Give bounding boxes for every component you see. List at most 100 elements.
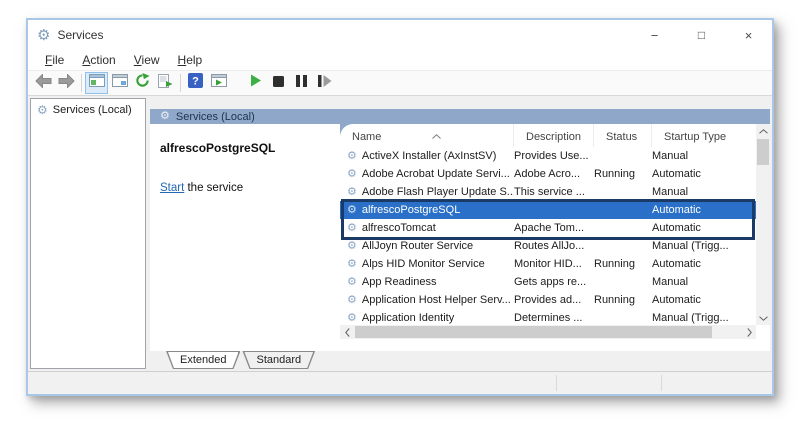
tree-item-label: Services (Local): [53, 104, 132, 116]
show-console-tree-icon: [89, 74, 105, 92]
minimize-button[interactable]: −: [631, 20, 678, 50]
column-header-startup-type[interactable]: Startup Type: [652, 124, 756, 147]
service-gear-icon: ⚙: [347, 277, 357, 288]
show-console-tree-button[interactable]: [85, 72, 108, 94]
service-name-cell: ⚙Application Identity: [340, 312, 514, 324]
vertical-scrollbar[interactable]: [756, 124, 770, 325]
service-startup-cell: Automatic: [652, 258, 756, 270]
menu-bar: FileActionViewHelp: [28, 50, 772, 70]
services-list: NameDescriptionStatusStartup Type ⚙Activ…: [340, 124, 770, 339]
forward-button[interactable]: [55, 72, 78, 94]
tree-item-services-local[interactable]: ⚙ Services (Local): [31, 99, 145, 116]
list-header: NameDescriptionStatusStartup Type: [340, 124, 770, 147]
vertical-scroll-thumb[interactable]: [757, 139, 769, 165]
service-gear-icon: ⚙: [347, 313, 357, 324]
services-gear-icon: ⚙: [37, 28, 50, 43]
tab-label: Standard: [244, 352, 313, 368]
service-startup-cell: Manual (Trigg...: [652, 240, 756, 252]
close-button[interactable]: ×: [725, 20, 772, 50]
service-description-cell: Provides ad...: [514, 294, 594, 306]
service-startup-cell: Automatic: [652, 294, 756, 306]
scroll-right-icon[interactable]: [742, 325, 756, 339]
tab-standard[interactable]: Standard: [242, 351, 315, 369]
column-header-status[interactable]: Status: [594, 124, 652, 147]
refresh-icon: [135, 73, 150, 93]
content-pane: ⚙ Services (Local) alfrescoPostgreSQL St…: [150, 98, 770, 351]
service-description-cell: Gets apps re...: [514, 276, 594, 288]
service-startup-cell: Manual: [652, 150, 756, 162]
service-row[interactable]: ⚙alfrescoTomcatApache Tom... Automatic: [340, 219, 756, 237]
service-row[interactable]: ⚙Adobe Acrobat Update Servi...Adobe Acro…: [340, 165, 756, 183]
status-bar-divider: [661, 375, 662, 391]
svg-text:?: ?: [192, 76, 199, 88]
scroll-left-icon[interactable]: [340, 325, 354, 339]
service-startup-cell: Automatic: [652, 168, 756, 180]
service-description-cell: Provides Use...: [514, 150, 594, 162]
service-name-cell: ⚙App Readiness: [340, 276, 514, 288]
selected-service-name: alfrescoPostgreSQL: [160, 141, 330, 155]
service-row[interactable]: ⚙Adobe Flash Player Update S...This serv…: [340, 183, 756, 201]
menu-help[interactable]: Help: [169, 53, 212, 67]
service-action-rest: the service: [184, 182, 243, 194]
horizontal-scroll-thumb[interactable]: [355, 326, 712, 338]
menu-view[interactable]: View: [125, 53, 169, 67]
scroll-up-icon[interactable]: [756, 124, 770, 138]
service-description-cell: Apache Tom...: [514, 222, 594, 234]
service-name-cell: ⚙alfrescoTomcat: [340, 222, 514, 234]
toolbar: ?: [28, 70, 772, 96]
service-row[interactable]: ⚙Application Host Helper Serv...Provides…: [340, 291, 756, 309]
properties-button[interactable]: [108, 72, 131, 94]
back-icon: [35, 74, 52, 93]
export-list-icon: [158, 74, 173, 93]
service-row[interactable]: ⚙Application IdentityDetermines ...Manua…: [340, 309, 756, 325]
service-description-cell: Routes AllJo...: [514, 240, 594, 252]
show-window-icon: [211, 74, 227, 92]
column-header-name[interactable]: Name: [340, 124, 514, 147]
service-row[interactable]: ⚙App ReadinessGets apps re... Manual: [340, 273, 756, 291]
toolbar-separator: [180, 74, 181, 92]
service-name-cell: ⚙AllJoyn Router Service: [340, 240, 514, 252]
content-column: ⚙ Services (Local) alfrescoPostgreSQL St…: [150, 98, 770, 369]
service-startup-cell: Manual: [652, 276, 756, 288]
service-gear-icon: ⚙: [347, 259, 357, 270]
scroll-down-icon[interactable]: [756, 311, 770, 325]
stop-service-button[interactable]: [267, 72, 290, 94]
back-button[interactable]: [32, 72, 55, 94]
refresh-button[interactable]: [131, 72, 154, 94]
service-row[interactable]: ⚙AllJoyn Router ServiceRoutes AllJo... Ma…: [340, 237, 756, 255]
extended-view-area: alfrescoPostgreSQL Start the service Nam…: [150, 124, 770, 351]
start-service-link[interactable]: Start: [160, 182, 184, 194]
menu-file[interactable]: File: [36, 53, 73, 67]
pause-service-button[interactable]: [290, 72, 313, 94]
window-body: ⚙ Services (Local) ⚙ Services (Local) al…: [28, 96, 772, 371]
service-row[interactable]: ⚙alfrescoPostgreSQLAutomatic: [340, 201, 756, 219]
service-row[interactable]: ⚙Alps HID Monitor ServiceMonitor HID...R…: [340, 255, 756, 273]
start-service-button[interactable]: [244, 72, 267, 94]
service-gear-icon: ⚙: [347, 205, 357, 216]
start-service-icon: [250, 74, 262, 92]
stop-service-icon: [273, 74, 284, 92]
service-startup-cell: Automatic: [652, 222, 756, 234]
column-header-description[interactable]: Description: [514, 124, 594, 147]
menu-action[interactable]: Action: [73, 53, 124, 67]
tab-label: Extended: [168, 352, 238, 368]
console-tree-panel: ⚙ Services (Local): [30, 98, 146, 369]
help-button[interactable]: ?: [184, 72, 207, 94]
export-list-button[interactable]: [154, 72, 177, 94]
view-tabs: Extended Standard: [150, 351, 770, 369]
service-row[interactable]: ⚙ActiveX Installer (AxInstSV)Provides Us…: [340, 147, 756, 165]
service-startup-cell: Manual (Trigg...: [652, 312, 756, 324]
service-name-cell: ⚙Application Host Helper Serv...: [340, 294, 514, 306]
horizontal-scrollbar[interactable]: [340, 325, 756, 339]
service-status-cell: Running: [594, 258, 652, 270]
help-icon: ?: [188, 73, 203, 93]
window-title: Services: [57, 28, 103, 42]
restart-service-button[interactable]: [313, 72, 336, 94]
services-window: ⚙ Services − □ × FileActionViewHelp ? ⚙: [26, 18, 774, 396]
tab-extended[interactable]: Extended: [166, 351, 240, 369]
show-window-button[interactable]: [207, 72, 230, 94]
status-bar-divider: [556, 375, 557, 391]
maximize-button[interactable]: □: [678, 20, 725, 50]
service-startup-cell: Manual: [652, 186, 756, 198]
status-bar: [28, 371, 772, 394]
